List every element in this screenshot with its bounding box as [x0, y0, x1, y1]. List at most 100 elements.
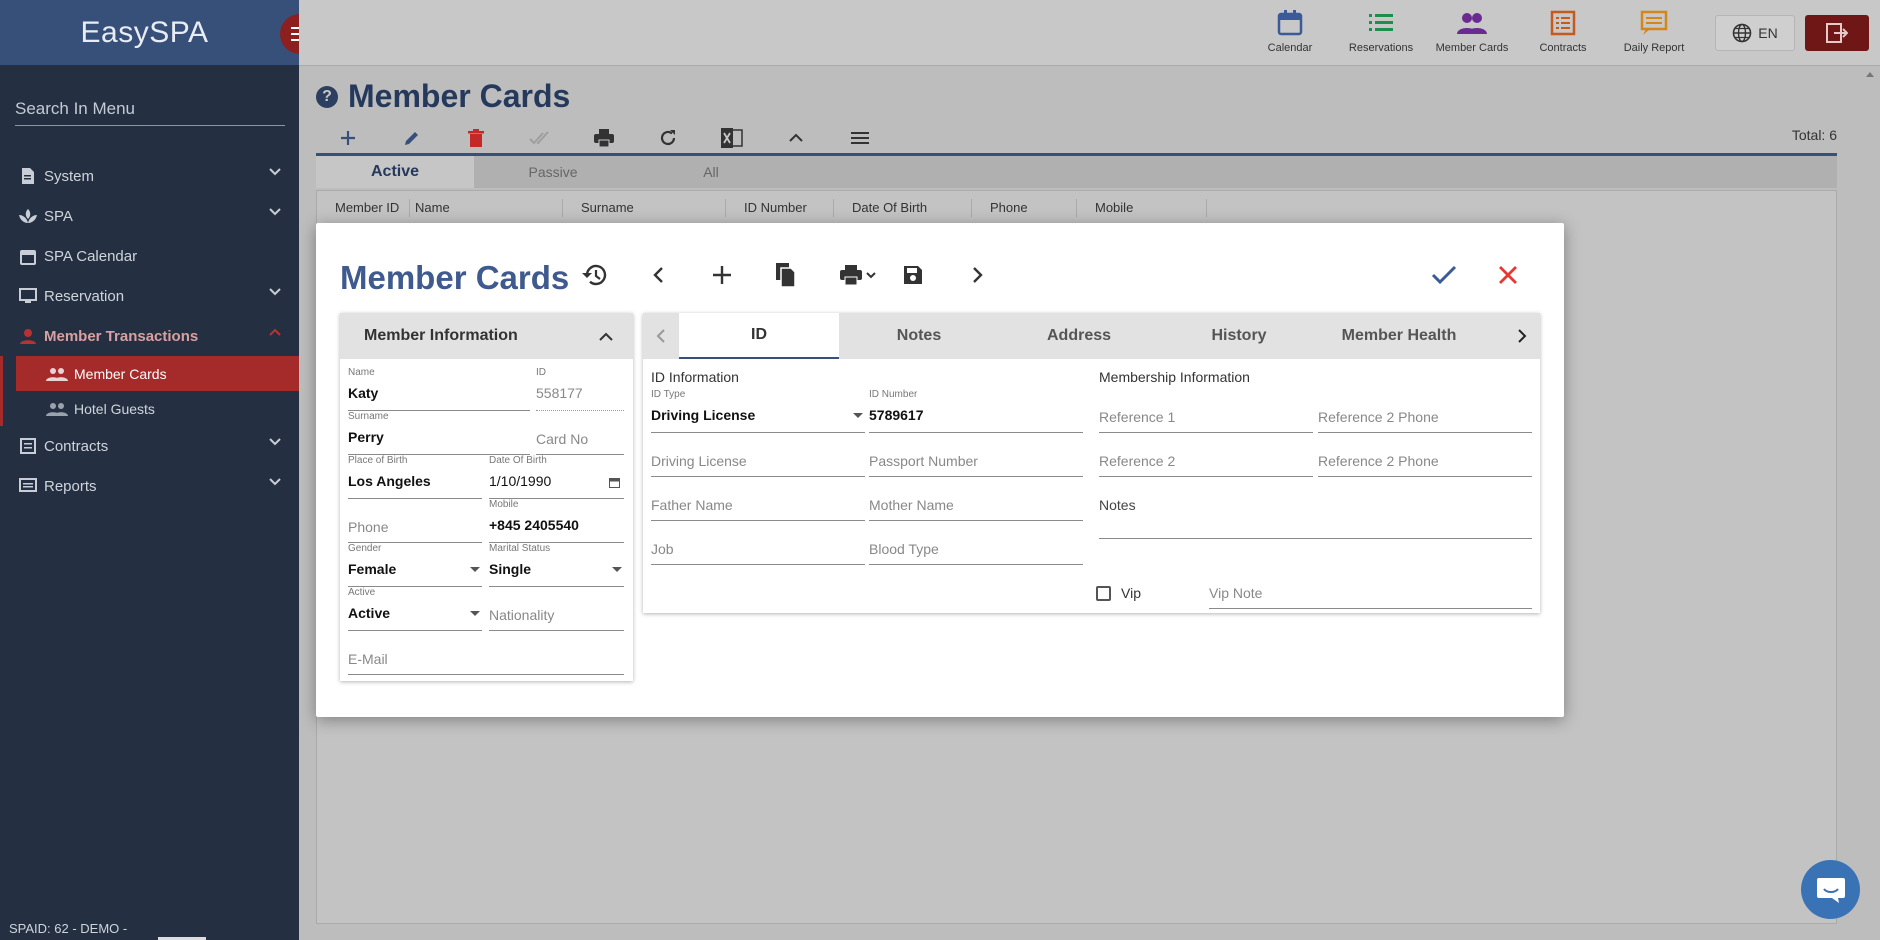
help-icon[interactable]: ? [316, 85, 338, 108]
tab-notes[interactable]: Notes [839, 313, 999, 359]
column-header[interactable]: Surname [563, 198, 726, 217]
approve-button[interactable] [508, 123, 572, 153]
topnav-contracts[interactable]: Contracts [1519, 0, 1607, 54]
column-header[interactable]: Name [410, 198, 563, 217]
add-button[interactable] [316, 123, 380, 153]
nationality-field[interactable]: Nationality [489, 587, 624, 631]
driving-license-field[interactable]: Driving License [651, 433, 865, 477]
confirm-button[interactable] [1426, 257, 1462, 293]
tab-active[interactable]: Active [316, 156, 474, 188]
chevron-down-icon [269, 438, 281, 446]
phone-field[interactable]: Phone [348, 499, 482, 543]
logout-icon [1826, 23, 1848, 43]
tab-history[interactable]: History [1159, 313, 1319, 359]
reference-2-field[interactable]: Reference 2 [1099, 433, 1313, 477]
marital-status-select[interactable]: Marital Status Single [489, 543, 624, 587]
pencil-icon [405, 131, 418, 145]
edit-button[interactable] [380, 123, 444, 153]
job-field[interactable]: Job [651, 521, 865, 565]
reference-1-phone-field[interactable]: Reference 2 Phone [1318, 389, 1532, 433]
top-bar: Calendar Reservations Member Cards Contr… [299, 0, 1880, 66]
date-of-birth-field[interactable]: Date Of Birth 1/10/1990 [489, 455, 624, 499]
delete-button[interactable] [444, 123, 508, 153]
vip-checkbox[interactable]: Vip [1096, 585, 1141, 601]
sidebar-subitem-hotel-guests[interactable]: Hotel Guests [16, 391, 299, 426]
field-label: Marital Status [489, 543, 551, 554]
calendar-icon[interactable] [609, 477, 620, 488]
sidebar-item-contracts[interactable]: Contracts [0, 426, 299, 466]
id-type-select[interactable]: ID Type Driving License [651, 389, 865, 433]
column-header[interactable]: Mobile [1077, 198, 1207, 217]
mobile-field[interactable]: Mobile +845 2405540 [489, 499, 624, 543]
plus-icon [341, 130, 355, 145]
card-no-field[interactable]: Card No [536, 411, 624, 455]
active-select[interactable]: Active Active [348, 587, 482, 631]
topnav-member-cards[interactable]: Member Cards [1428, 0, 1516, 54]
detail-tabbar: ID Notes Address History Member Health [643, 313, 1540, 359]
column-header[interactable]: ID Number [726, 198, 834, 217]
notes-field[interactable]: Notes [1099, 477, 1532, 539]
column-header[interactable]: Phone [972, 198, 1077, 217]
blood-type-field[interactable]: Blood Type [869, 521, 1083, 565]
topnav-label: Daily Report [1623, 42, 1685, 54]
app-logo[interactable]: EasySPA [81, 16, 209, 50]
sidebar-item-spa[interactable]: SPA [0, 196, 299, 236]
passport-number-field[interactable]: Passport Number [869, 433, 1083, 477]
tab-all[interactable]: All [632, 156, 790, 188]
column-header[interactable]: Date Of Birth [834, 198, 972, 217]
topnav-reservations[interactable]: Reservations [1337, 0, 1425, 54]
sidebar-item-reservation[interactable]: Reservation [0, 276, 299, 316]
previous-record-button[interactable] [640, 257, 676, 293]
copy-button[interactable] [768, 257, 804, 293]
refresh-button[interactable] [636, 123, 700, 153]
email-field[interactable]: E-Mail [348, 631, 624, 675]
sidebar-subitem-member-cards[interactable]: Member Cards [16, 356, 299, 391]
mother-name-field[interactable]: Mother Name [869, 477, 1083, 521]
menu-button[interactable] [828, 123, 892, 153]
collapse-button[interactable] [764, 123, 828, 153]
new-record-button[interactable] [704, 257, 740, 293]
globe-icon [1732, 23, 1752, 43]
sidebar-item-reports[interactable]: Reports [0, 466, 299, 506]
surname-field[interactable]: Surname Perry [348, 411, 530, 455]
document-icon [18, 166, 38, 186]
father-name-field[interactable]: Father Name [651, 477, 865, 521]
field-placeholder: Driving License [651, 453, 747, 469]
topnav-daily-report[interactable]: Daily Report [1610, 0, 1698, 54]
tab-member-health[interactable]: Member Health [1319, 313, 1479, 359]
save-button[interactable] [895, 257, 931, 293]
sidebar-item-system[interactable]: System [0, 156, 299, 196]
topnav-calendar[interactable]: Calendar [1246, 0, 1334, 54]
tabs-scroll-left-button[interactable] [643, 313, 679, 359]
id-number-field[interactable]: ID Number 5789617 [869, 389, 1083, 433]
page-title: Member Cards [348, 78, 571, 114]
next-record-button[interactable] [960, 257, 996, 293]
vip-note-field[interactable]: Vip Note [1209, 565, 1532, 609]
tab-id[interactable]: ID [679, 313, 839, 359]
tab-address[interactable]: Address [999, 313, 1159, 359]
print-menu-button[interactable] [834, 257, 882, 293]
reference-1-field[interactable]: Reference 1 [1099, 389, 1313, 433]
gender-select[interactable]: Gender Female [348, 543, 482, 587]
history-button[interactable] [577, 257, 613, 293]
sidebar-item-spa-calendar[interactable]: SPA Calendar [0, 236, 299, 276]
field-placeholder: E-Mail [348, 651, 388, 667]
place-of-birth-field[interactable]: Place of Birth Los Angeles [348, 455, 482, 499]
tab-passive[interactable]: Passive [474, 156, 632, 188]
close-button[interactable] [1490, 257, 1526, 293]
print-button[interactable] [572, 123, 636, 153]
field-placeholder: Reference 2 Phone [1318, 409, 1439, 425]
member-information-header[interactable]: Member Information [340, 313, 633, 359]
export-excel-button[interactable] [700, 123, 764, 153]
column-header[interactable]: Member ID [317, 198, 410, 217]
sidebar-item-member-transactions[interactable]: Member Transactions [0, 316, 299, 356]
reference-2-phone-field[interactable]: Reference 2 Phone [1318, 433, 1532, 477]
name-field[interactable]: Name Katy [348, 367, 530, 411]
logout-button[interactable] [1805, 15, 1869, 51]
chevron-up-icon [269, 328, 281, 336]
search-menu-input[interactable]: Search In Menu [15, 99, 285, 126]
page-scrollbar[interactable] [1860, 66, 1880, 940]
tabs-scroll-right-button[interactable] [1504, 313, 1540, 359]
chat-button[interactable] [1801, 860, 1860, 919]
language-button[interactable]: EN [1715, 15, 1795, 51]
